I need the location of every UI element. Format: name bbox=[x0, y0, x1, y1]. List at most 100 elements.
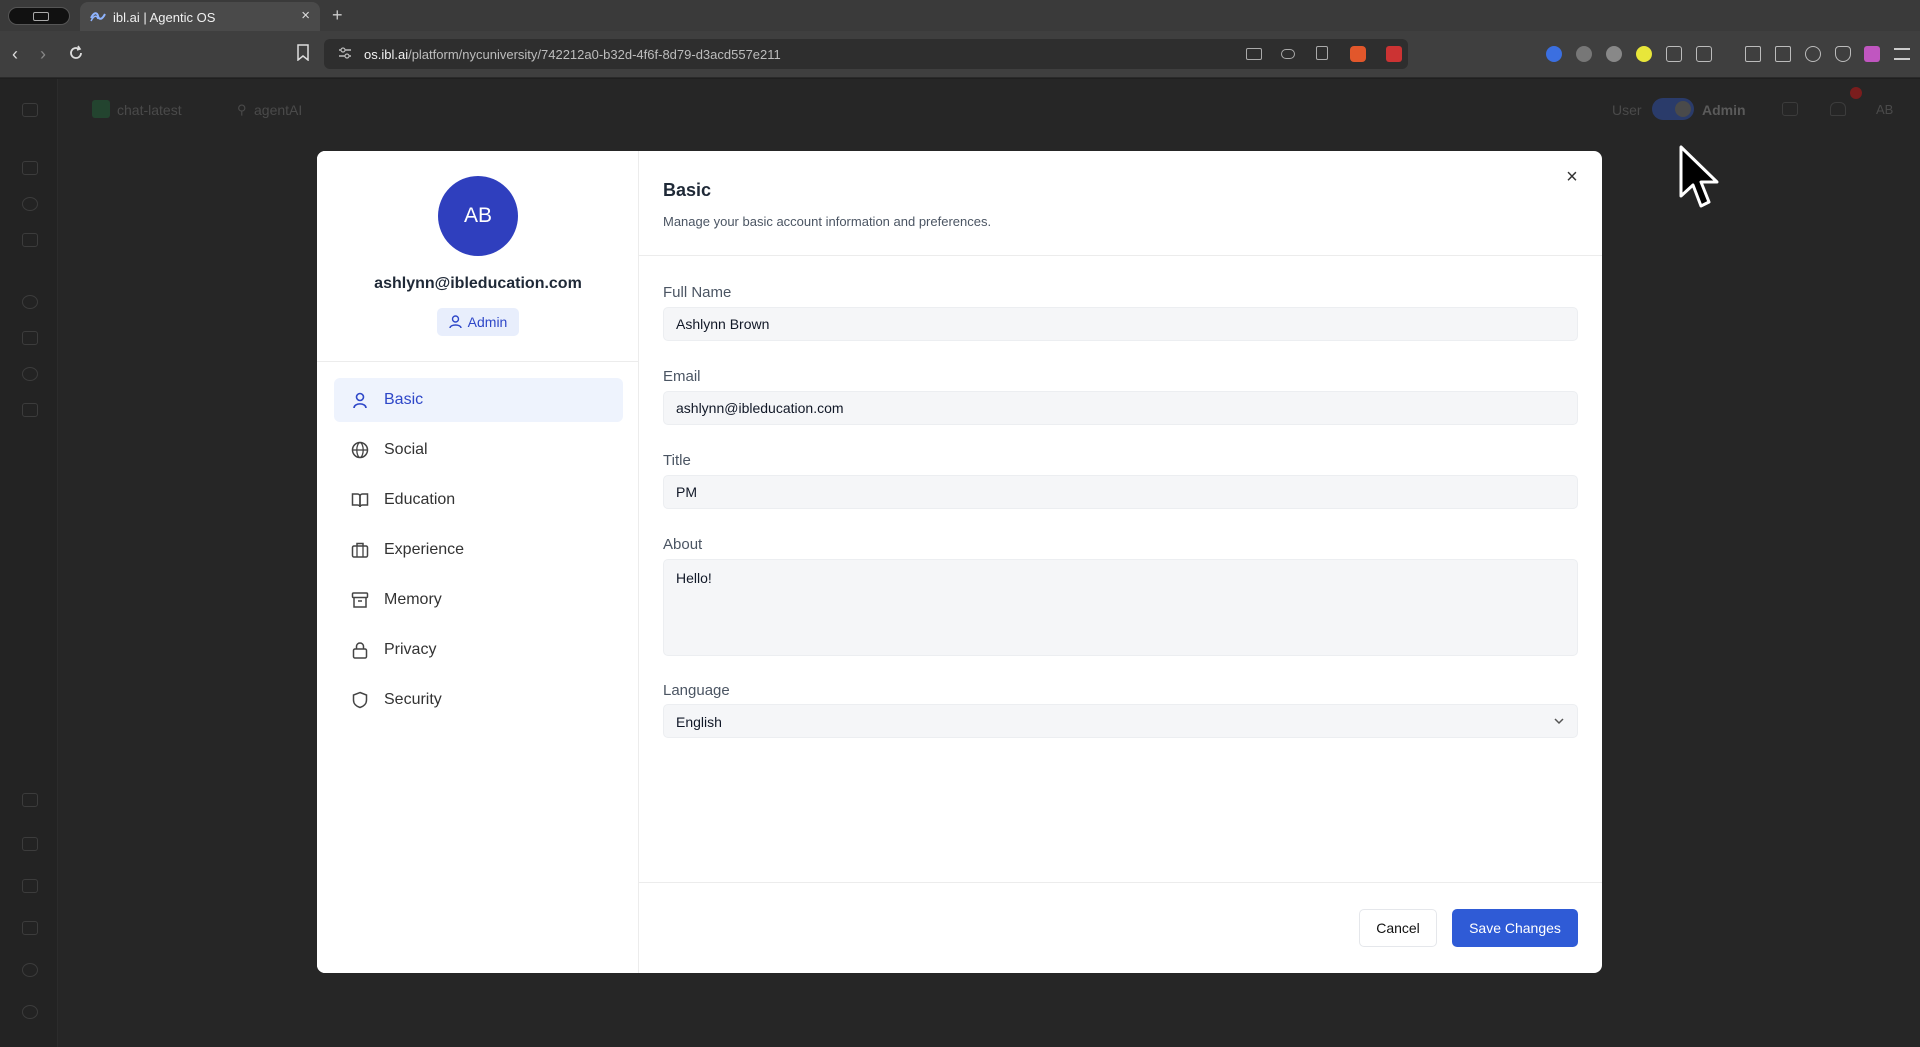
document-icon bbox=[1782, 102, 1798, 116]
leo-ai-icon[interactable] bbox=[1805, 46, 1821, 62]
admin-mode-switch bbox=[1652, 98, 1694, 120]
model-logo-icon bbox=[92, 100, 110, 118]
language-value: English bbox=[676, 714, 722, 730]
back-icon[interactable]: ‹ bbox=[12, 45, 18, 63]
tab-title: ibl.ai | Agentic OS bbox=[113, 10, 216, 25]
new-chat-icon bbox=[22, 161, 38, 175]
sidebar-panel-icon[interactable] bbox=[1745, 46, 1761, 62]
full-name-label: Full Name bbox=[663, 284, 732, 301]
analytics-icon bbox=[22, 403, 38, 417]
save-changes-button[interactable]: Save Changes bbox=[1452, 909, 1578, 947]
notification-icon bbox=[22, 793, 38, 807]
settings-content: Basic Manage your basic account informat… bbox=[639, 151, 1602, 973]
cancel-button[interactable]: Cancel bbox=[1359, 909, 1437, 947]
about-field[interactable]: Hello! bbox=[663, 559, 1578, 656]
archive-icon bbox=[351, 591, 369, 609]
title-label: Title bbox=[663, 452, 691, 469]
avatar: AB bbox=[438, 176, 518, 256]
nav-item-memory[interactable]: Memory bbox=[334, 578, 623, 622]
browser-toolbar: ‹ › os.ibl.ai/platform/nycuniversity/742… bbox=[0, 31, 1920, 78]
browser-tab[interactable]: ibl.ai | Agentic OS × bbox=[80, 2, 320, 31]
tab-close-icon[interactable]: × bbox=[301, 8, 310, 24]
extension-yellow-icon[interactable] bbox=[1636, 46, 1652, 62]
cast-icon[interactable] bbox=[1246, 48, 1262, 60]
search-icon bbox=[22, 295, 38, 309]
profile-email: ashlynn@ibleducation.com bbox=[374, 275, 582, 292]
section-title: Basic bbox=[663, 180, 712, 200]
bookmark-icon[interactable] bbox=[296, 44, 310, 61]
close-icon[interactable]: × bbox=[1562, 167, 1582, 187]
extension-blue-icon[interactable] bbox=[1546, 46, 1562, 62]
camera-extension-icon[interactable] bbox=[1606, 46, 1622, 62]
agent-user-icon: ⚲ bbox=[237, 102, 247, 117]
profile-sidebar: AB ashlynn@ibleducation.com Admin Basic … bbox=[317, 151, 639, 973]
model-selector: chat-latest bbox=[117, 102, 182, 118]
chat-icon bbox=[22, 331, 38, 345]
lock-icon bbox=[351, 641, 369, 659]
email-field[interactable] bbox=[663, 391, 1578, 425]
nav-item-label: Memory bbox=[384, 591, 442, 608]
reload-icon[interactable] bbox=[68, 45, 84, 61]
url-host: os.ibl.ai bbox=[364, 47, 409, 62]
help-icon bbox=[22, 1005, 38, 1019]
nav-item-privacy[interactable]: Privacy bbox=[334, 628, 623, 672]
nav-item-label: Privacy bbox=[384, 641, 437, 658]
switch-knob bbox=[1675, 101, 1691, 117]
mode-user-label: User bbox=[1612, 102, 1642, 118]
explore-icon bbox=[22, 197, 38, 211]
screenshot-icon[interactable] bbox=[1696, 46, 1712, 62]
notification-badge bbox=[1850, 87, 1862, 99]
full-name-field[interactable] bbox=[663, 307, 1578, 341]
mode-admin-label: Admin bbox=[1702, 102, 1746, 118]
wallet-icon[interactable] bbox=[1775, 46, 1791, 62]
section-description: Manage your basic account information an… bbox=[663, 214, 992, 229]
extensions-puzzle-icon[interactable] bbox=[1666, 46, 1682, 62]
browser-tab-bar: ibl.ai | Agentic OS × + bbox=[0, 0, 1920, 31]
nav-item-education[interactable]: Education bbox=[334, 478, 623, 522]
role-badge: Admin bbox=[437, 308, 519, 336]
share-icon[interactable] bbox=[1316, 46, 1328, 60]
nav-item-security[interactable]: Security bbox=[334, 678, 623, 722]
tools-icon bbox=[22, 233, 38, 247]
browser-menu-icon[interactable] bbox=[1894, 48, 1910, 60]
url-path: /platform/nycuniversity/742212a0-b32d-4f… bbox=[408, 47, 781, 62]
forward-icon[interactable]: › bbox=[40, 45, 46, 63]
browser-sidebar-toggle[interactable] bbox=[8, 7, 70, 25]
profile-extension-icon[interactable] bbox=[1864, 46, 1880, 62]
agent-selector: agentAI bbox=[254, 102, 303, 118]
user-avatar-initials: AB bbox=[1876, 102, 1894, 117]
book-icon bbox=[351, 491, 369, 509]
language-select[interactable]: English bbox=[663, 704, 1578, 738]
grammarly-icon[interactable] bbox=[1576, 46, 1592, 62]
mail-icon bbox=[22, 837, 38, 851]
nav-item-label: Basic bbox=[384, 391, 424, 408]
url-text: os.ibl.ai/platform/nycuniversity/742212a… bbox=[364, 47, 781, 62]
users-icon bbox=[22, 879, 38, 893]
globe-icon bbox=[351, 441, 369, 459]
nav-item-label: Security bbox=[384, 691, 442, 708]
sidebar-icon bbox=[33, 12, 49, 21]
mouse-cursor-icon bbox=[1679, 145, 1719, 208]
role-label: Admin bbox=[467, 314, 508, 330]
nav-item-experience[interactable]: Experience bbox=[334, 528, 623, 572]
language-label: Language bbox=[663, 682, 730, 699]
nav-item-basic[interactable]: Basic bbox=[334, 378, 623, 422]
email-label: Email bbox=[663, 368, 701, 385]
sidebar-toggle-icon bbox=[22, 103, 38, 117]
brave-shield-icon[interactable] bbox=[1350, 46, 1366, 62]
nav-item-label: Social bbox=[384, 441, 428, 458]
ibl-favicon-icon bbox=[90, 12, 106, 22]
title-field[interactable] bbox=[663, 475, 1578, 509]
brave-rewards-icon[interactable] bbox=[1386, 46, 1402, 62]
new-tab-button[interactable]: + bbox=[332, 5, 343, 25]
app-left-rail bbox=[0, 79, 58, 1047]
divider bbox=[317, 361, 639, 362]
divider bbox=[639, 255, 1602, 256]
settings-nav: Basic Social Education Experience Memory… bbox=[334, 378, 623, 728]
site-settings-icon[interactable] bbox=[338, 47, 352, 59]
nav-item-social[interactable]: Social bbox=[334, 428, 623, 472]
user-icon bbox=[448, 315, 462, 329]
key-icon[interactable] bbox=[1281, 49, 1295, 59]
vpn-shield-icon[interactable] bbox=[1835, 46, 1851, 62]
settings-icon bbox=[22, 963, 38, 977]
